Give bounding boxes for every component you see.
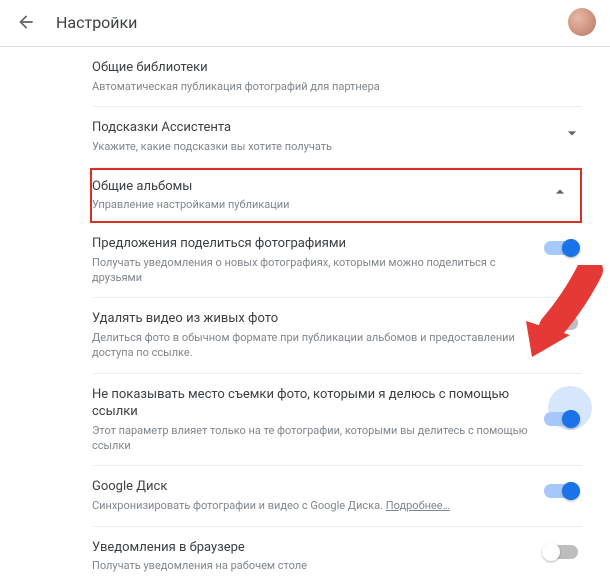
setting-share-suggestions: Предложения поделиться фотографиями Полу…	[92, 223, 582, 298]
chevron-down-icon	[562, 123, 582, 143]
setting-title: Удалять видео из живых фото	[92, 310, 534, 328]
setting-google-drive: Google Диск Синхронизировать фотографии …	[92, 466, 582, 526]
setting-subtitle: Этот параметр влияет только на те фотогр…	[92, 424, 534, 454]
arrow-left-icon	[16, 12, 36, 32]
setting-browser-notifications: Уведомления в браузере Получать уведомле…	[92, 527, 582, 586]
avatar[interactable]	[568, 8, 596, 36]
section-shared-libraries[interactable]: Общие библиотеки Автоматическая публикац…	[92, 47, 582, 107]
section-title: Подсказки Ассистента	[92, 119, 552, 137]
chevron-up-icon	[550, 182, 570, 202]
section-subtitle: Управление настройками публикации	[92, 198, 540, 213]
section-shared-albums[interactable]: Общие альбомы Управление настройками пуб…	[90, 168, 582, 223]
toggle-share-suggestions[interactable]	[544, 241, 578, 255]
setting-title: Google Диск	[92, 478, 534, 496]
section-subtitle: Автоматическая публикация фотографий для…	[92, 80, 572, 95]
back-button[interactable]	[14, 10, 38, 34]
toggle-browser-notifications[interactable]	[544, 545, 578, 559]
setting-subtitle: Синхронизировать фотографии и видео с Go…	[92, 499, 534, 514]
toggle-hide-location[interactable]	[544, 412, 578, 426]
section-assistant-tips[interactable]: Подсказки Ассистента Укажите, какие подс…	[92, 107, 582, 167]
setting-remove-video: Удалять видео из живых фото Делиться фот…	[92, 298, 582, 373]
setting-subtitle: Получать уведомления о новых фотографиях…	[92, 256, 534, 286]
setting-title: Не показывать место съемки фото, которым…	[92, 386, 534, 421]
toggle-remove-video[interactable]	[544, 316, 578, 330]
section-subtitle: Укажите, какие подсказки вы хотите получ…	[92, 140, 552, 155]
setting-hide-location: Не показывать место съемки фото, которым…	[92, 374, 582, 467]
setting-title: Предложения поделиться фотографиями	[92, 235, 534, 253]
section-title: Общие библиотеки	[92, 59, 572, 77]
setting-subtitle: Делиться фото в обычном формате при публ…	[92, 331, 534, 361]
setting-title: Уведомления в браузере	[92, 539, 534, 557]
setting-subtitle: Получать уведомления на рабочем столе	[92, 559, 534, 574]
page-title: Настройки	[56, 13, 568, 32]
toggle-google-drive[interactable]	[544, 484, 578, 498]
section-title: Общие альбомы	[92, 178, 540, 196]
learn-more-link[interactable]: Подробнее…	[386, 499, 450, 512]
